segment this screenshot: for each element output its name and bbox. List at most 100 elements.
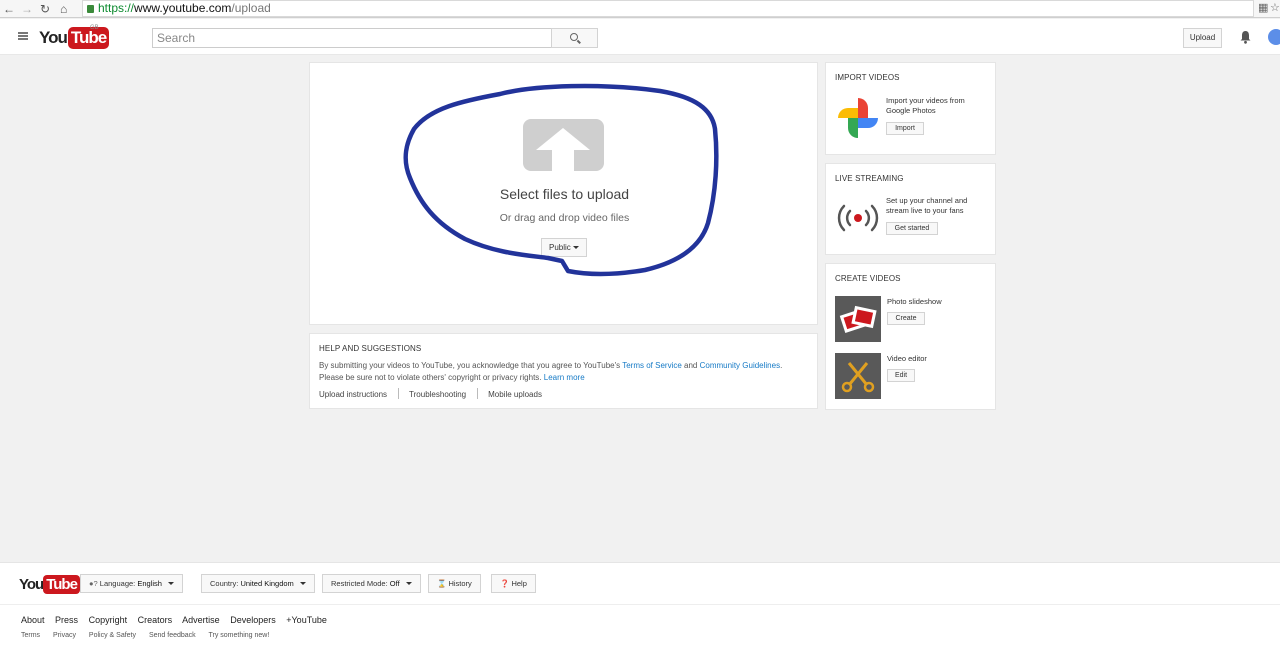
live-broadcast-icon (837, 204, 879, 232)
edit-video-button[interactable]: Edit (887, 369, 915, 382)
caret-down-icon (405, 582, 412, 585)
reload-icon[interactable]: ↻ (40, 1, 50, 17)
upload-arrow-stem (552, 150, 574, 171)
copyright-link[interactable]: Copyright (89, 615, 128, 625)
photo-slideshow-label: Photo slideshow (887, 297, 942, 306)
notifications-bell-icon[interactable] (1240, 30, 1251, 44)
help-text-part1: By submitting your videos to YouTube, yo… (319, 361, 623, 370)
create-videos-panel: CREATE VIDEOS Photo slideshow Create Vid… (825, 263, 996, 410)
import-description: Import your videos from Google Photos (886, 96, 965, 115)
language-prefix: Language: (99, 579, 138, 588)
history-label: History (448, 579, 472, 588)
region-label: GB (90, 25, 99, 31)
url-path: /upload (231, 1, 271, 15)
mobile-uploads-link[interactable]: Mobile uploads (488, 390, 542, 399)
upload-arrow-icon[interactable] (523, 119, 604, 171)
hourglass-icon: ⌛ (437, 579, 447, 588)
upload-button[interactable]: Upload (1183, 28, 1222, 48)
logo-you-text: You (39, 28, 68, 47)
help-text-period: . (780, 361, 783, 370)
footer-primary-links: About Press Copyright Creators Advertise… (21, 615, 335, 625)
help-section-title: HELP AND SUGGESTIONS (319, 344, 422, 353)
masthead: You Tube GB Search Upload (0, 19, 1280, 55)
country-picker[interactable]: Country: United Kingdom (201, 574, 315, 593)
url-host: www.youtube.com (134, 1, 232, 15)
community-guidelines-link[interactable]: Community Guidelines (700, 361, 780, 370)
creators-link[interactable]: Creators (138, 615, 173, 625)
help-description: By submitting your videos to YouTube, yo… (319, 360, 809, 384)
footer-logo-tube: Tube (43, 575, 80, 594)
search-button[interactable] (551, 28, 598, 48)
youtube-logo[interactable]: You Tube GB (39, 25, 110, 49)
video-editor-label: Video editor (887, 354, 927, 363)
create-section-title: CREATE VIDEOS (835, 274, 901, 283)
search-icon (570, 33, 578, 41)
upload-arrow-head (536, 128, 590, 150)
footer-secondary-links: Terms Privacy Policy & Safety Send feedb… (21, 632, 280, 639)
language-value: English (137, 579, 162, 588)
page-footer: You Tube ●? Language: English Country: Un… (0, 562, 1280, 652)
developers-link[interactable]: Developers (230, 615, 276, 625)
home-icon[interactable]: ⌂ (60, 1, 67, 17)
import-button[interactable]: Import (886, 122, 924, 135)
help-links: Upload instructions Troubleshooting Mobile… (319, 388, 542, 399)
drag-drop-hint: Or drag and drop video files (499, 212, 630, 224)
terms-link[interactable]: Terms (21, 632, 40, 639)
lock-icon (87, 5, 94, 13)
url-scheme: https:// (98, 1, 135, 15)
logo-tube-text: Tube (67, 27, 110, 49)
account-avatar[interactable] (1268, 29, 1280, 45)
help-icon: ❓ (500, 579, 510, 588)
help-label: Help (511, 579, 527, 588)
live-section-title: LIVE STREAMING (835, 174, 904, 183)
help-text-part3: Please be sure not to violate others' co… (319, 373, 544, 382)
learn-more-link[interactable]: Learn more (544, 373, 585, 382)
privacy-dropdown[interactable]: Public (541, 238, 587, 257)
footer-divider (0, 604, 1280, 605)
bookmark-star-icon[interactable]: ☆ (1270, 1, 1280, 14)
upload-instructions-link[interactable]: Upload instructions (319, 390, 387, 399)
video-editor-scissors-icon[interactable] (835, 353, 881, 399)
footer-logo-you: You (19, 576, 44, 593)
forward-icon[interactable]: → (21, 1, 33, 17)
restricted-value: Off (389, 579, 400, 588)
caret-down-icon (299, 582, 306, 585)
select-files-title[interactable]: Select files to upload (310, 186, 819, 202)
advertise-link[interactable]: Advertise (182, 615, 220, 625)
search-input[interactable]: Search (152, 28, 552, 48)
create-slideshow-button[interactable]: Create (887, 312, 925, 325)
caret-down-icon (573, 246, 579, 249)
upload-panel: Select files to upload Or drag and drop … (309, 62, 818, 325)
send-feedback-link[interactable]: Send feedback (149, 632, 196, 639)
country-value: United Kingdom (240, 579, 294, 588)
language-icon: ●? (89, 579, 98, 588)
privacy-link[interactable]: Privacy (53, 632, 76, 639)
google-photos-icon (838, 98, 878, 138)
footer-youtube-logo[interactable]: You Tube (19, 575, 80, 594)
restricted-mode-picker[interactable]: Restricted Mode: Off (322, 574, 421, 593)
address-bar[interactable]: https://www.youtube.com/upload (82, 0, 1254, 17)
country-prefix: Country: (210, 579, 241, 588)
policy-safety-link[interactable]: Policy & Safety (89, 632, 136, 639)
press-link[interactable]: Press (55, 615, 78, 625)
back-icon[interactable]: ← (3, 1, 15, 17)
help-button[interactable]: ❓ Help (491, 574, 536, 593)
caret-down-icon (167, 582, 174, 585)
troubleshooting-link[interactable]: Troubleshooting (409, 390, 466, 399)
guide-menu-icon[interactable] (18, 32, 28, 40)
browser-toolbar: ← → ↻ ⌂ https://www.youtube.com/upload ▦… (0, 0, 1280, 18)
about-link[interactable]: About (21, 615, 45, 625)
live-description: Set up your channel and stream live to y… (886, 196, 968, 215)
restricted-prefix: Restricted Mode: (331, 579, 390, 588)
help-and-suggestions-panel: HELP AND SUGGESTIONS By submitting your … (309, 333, 818, 409)
history-button[interactable]: ⌛ History (428, 574, 481, 593)
language-picker[interactable]: ●? Language: English (80, 574, 183, 593)
try-something-new-link[interactable]: Try something new! (208, 632, 269, 639)
terms-of-service-link[interactable]: Terms of Service (622, 361, 682, 370)
photo-slideshow-icon[interactable] (835, 296, 881, 342)
privacy-value: Public (549, 243, 571, 252)
import-videos-panel: IMPORT VIDEOS Import your videos from Go… (825, 62, 996, 155)
translate-icon[interactable]: ▦ (1258, 1, 1268, 14)
get-started-button[interactable]: Get started (886, 222, 938, 235)
plus-youtube-link[interactable]: +YouTube (286, 615, 327, 625)
